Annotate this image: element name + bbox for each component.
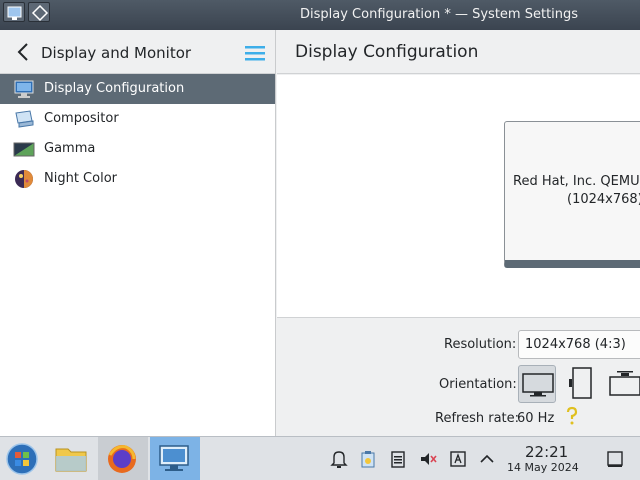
refresh-rate-label: Refresh rate: [435, 411, 520, 426]
orientation-landscape-button[interactable] [518, 365, 556, 403]
display-icon [14, 80, 34, 98]
sidebar-list: Display Configuration Compositor Gamma N… [0, 74, 275, 194]
sidebar: Display and Monitor Display Configuratio… [0, 30, 276, 436]
sidebar-header: Display and Monitor [0, 30, 275, 74]
sidebar-item-label: Display Configuration [44, 81, 185, 96]
clock-date[interactable]: 14 May 2024 [507, 461, 579, 474]
main-panel: Display Configuration Red Hat, Inc. QEMU… [277, 30, 640, 436]
show-desktop-icon[interactable] [605, 449, 625, 469]
keep-above-icon[interactable] [28, 2, 50, 22]
compositor-icon [15, 110, 34, 128]
main-header: Display Configuration [277, 30, 640, 74]
resolution-value: 1024x768 (4:3) [525, 337, 626, 352]
night-color-icon [15, 170, 33, 188]
monitor-preview[interactable]: Red Hat, Inc. QEMU M (1024x768) [504, 121, 640, 268]
resolution-select[interactable]: 1024x768 (4:3) [518, 330, 640, 359]
start-menu-icon [6, 443, 38, 475]
clock-time[interactable]: 22:21 [525, 443, 568, 461]
sidebar-item-label: Compositor [44, 111, 119, 126]
window-titlebar: Display Configuration * — System Setting… [0, 0, 640, 30]
keyboard-layout-icon[interactable] [448, 449, 468, 469]
system-settings-icon [159, 445, 189, 471]
orientation-flipped-button[interactable] [606, 365, 640, 403]
expand-tray-icon[interactable] [477, 449, 497, 469]
taskbar: 22:21 14 May 2024 [0, 436, 640, 480]
hamburger-menu-icon[interactable] [244, 44, 266, 62]
notes-icon[interactable] [388, 449, 408, 469]
display-settings: Resolution: 1024x768 (4:3) Orientation: … [277, 319, 640, 436]
sidebar-item-gamma[interactable]: Gamma [0, 134, 275, 164]
question-mark-icon[interactable] [564, 406, 580, 426]
gamma-icon [13, 142, 35, 157]
clipboard-icon[interactable] [358, 449, 378, 469]
sidebar-item-night-color[interactable]: Night Color [0, 164, 275, 194]
sidebar-item-compositor[interactable]: Compositor [0, 104, 275, 134]
system-settings-task-button[interactable] [150, 437, 200, 480]
file-manager-button[interactable] [46, 437, 96, 480]
sidebar-item-label: Gamma [44, 141, 96, 156]
resolution-label: Resolution: [444, 337, 517, 352]
firefox-icon [108, 445, 136, 473]
landscape-icon [522, 373, 554, 397]
refresh-rate-value: 60 Hz [517, 411, 555, 426]
back-arrow-icon[interactable] [15, 42, 33, 62]
orientation-portrait-button[interactable] [563, 365, 601, 403]
display-preview-area: Red Hat, Inc. QEMU M (1024x768) [277, 75, 640, 318]
sidebar-item-label: Night Color [44, 171, 117, 186]
sidebar-item-display-configuration[interactable]: Display Configuration [0, 74, 275, 104]
file-manager-icon [55, 448, 87, 472]
firefox-task-button[interactable] [98, 437, 148, 480]
window-menu-icon[interactable] [3, 2, 25, 22]
portrait-icon [569, 367, 592, 399]
start-menu-button[interactable] [0, 437, 50, 480]
sidebar-title: Display and Monitor [41, 44, 192, 62]
landscape-flipped-icon [609, 371, 640, 396]
orientation-label: Orientation: [439, 377, 517, 392]
monitor-resolution: (1024x768) [567, 192, 640, 207]
window-title: Display Configuration * — System Setting… [300, 7, 579, 22]
monitor-name: Red Hat, Inc. QEMU M [513, 174, 640, 189]
page-title: Display Configuration [295, 42, 479, 62]
notifications-icon[interactable] [329, 449, 349, 469]
volume-muted-icon[interactable] [418, 449, 438, 469]
